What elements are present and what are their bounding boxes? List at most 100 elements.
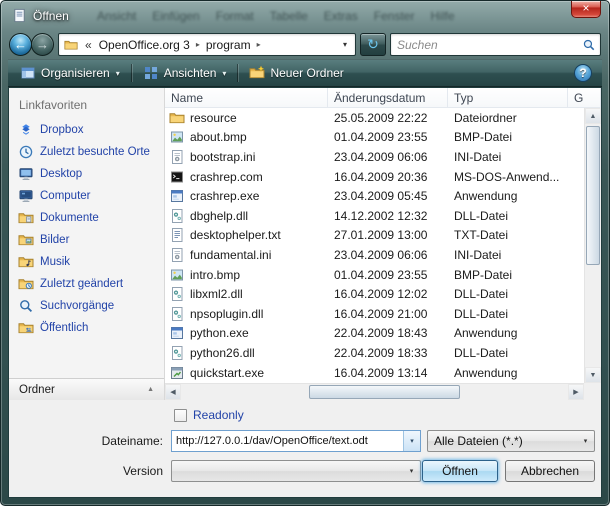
sidebar-item-computer[interactable]: Computer — [9, 185, 164, 207]
column-header-size[interactable]: G — [568, 88, 601, 107]
scroll-down-button[interactable]: ▼ — [585, 367, 601, 383]
breadcrumb-dropdown-button[interactable]: ▾ — [337, 40, 353, 49]
chevron-right-icon[interactable]: ▸ — [194, 40, 202, 49]
file-type: DLL-Datei — [448, 346, 568, 360]
file-row[interactable]: npsoplugin.dll 16.04.2009 21:00 DLL-Date… — [165, 304, 601, 324]
folders-expander[interactable]: Ordner ▲ — [9, 378, 164, 400]
window-title: Öffnen — [33, 9, 69, 23]
new-folder-button[interactable]: Neuer Ordner — [241, 62, 351, 84]
sidebar-item-public[interactable]: Öffentlich — [9, 317, 164, 339]
scroll-left-button[interactable]: ◀ — [165, 384, 181, 400]
column-header-date[interactable]: Änderungsdatum — [328, 88, 448, 107]
horizontal-scroll-track[interactable] — [181, 384, 568, 400]
filename-input[interactable] — [172, 431, 403, 451]
file-date: 01.04.2009 23:55 — [328, 130, 448, 144]
file-row[interactable]: python26.dll 22.04.2009 18:33 DLL-Datei — [165, 343, 601, 363]
breadcrumb-collapse-button[interactable]: « — [81, 38, 95, 52]
scroll-right-button[interactable]: ▶ — [568, 384, 584, 400]
file-type: BMP-Datei — [448, 268, 568, 282]
chevron-right-icon[interactable]: ▸ — [255, 40, 263, 49]
filetype-combobox[interactable]: Alle Dateien (*.*) ▾ — [427, 430, 595, 452]
sidebar-item-music[interactable]: Musik — [9, 251, 164, 273]
sidebar-item-label: Zuletzt besuchte Orte — [40, 146, 150, 158]
file-row[interactable]: python.exe 22.04.2009 18:43 Anwendung — [165, 324, 601, 344]
sidebar-item-dropbox[interactable]: Dropbox — [9, 119, 164, 141]
file-date: 16.04.2009 21:00 — [328, 307, 448, 321]
command-toolbar: Organisieren ▾ Ansichten ▾ Neuer Ordner … — [8, 59, 602, 87]
sidebar-item-pictures[interactable]: Bilder — [9, 229, 164, 251]
ghost-menu-item: Fenster — [374, 9, 415, 23]
vertical-scroll-track[interactable] — [585, 124, 601, 367]
file-date: 16.04.2009 12:02 — [328, 287, 448, 301]
search-box[interactable] — [390, 33, 601, 56]
file-row[interactable]: resource 25.05.2009 22:22 Dateiordner — [165, 108, 601, 128]
sidebar-item-documents[interactable]: Dokumente — [9, 207, 164, 229]
close-icon: × — [582, 1, 589, 15]
file-row[interactable]: desktophelper.txt 27.01.2009 13:00 TXT-D… — [165, 226, 601, 246]
file-date: 25.05.2009 22:22 — [328, 111, 448, 125]
column-header-type[interactable]: Typ — [448, 88, 568, 107]
forward-button[interactable]: → — [31, 33, 54, 56]
horizontal-scrollbar[interactable]: ◀ ▶ — [165, 383, 584, 400]
views-icon — [143, 65, 159, 81]
dos-application-icon — [169, 169, 185, 185]
readonly-checkbox[interactable] — [174, 409, 187, 422]
close-button[interactable]: × — [571, 1, 601, 18]
refresh-button[interactable]: ↻ — [360, 33, 386, 56]
help-button[interactable]: ? — [574, 64, 592, 82]
ghost-menu-item: Format — [216, 9, 254, 23]
file-date: 14.12.2002 12:32 — [328, 209, 448, 223]
documents-folder-icon — [18, 210, 34, 226]
file-date: 23.04.2009 06:06 — [328, 150, 448, 164]
file-row[interactable]: bootstrap.ini 23.04.2009 06:06 INI-Datei — [165, 147, 601, 167]
application-icon — [169, 365, 185, 381]
cancel-button[interactable]: Abbrechen — [505, 460, 595, 482]
file-row[interactable]: crashrep.com 16.04.2009 20:36 MS-DOS-Anw… — [165, 167, 601, 187]
file-row[interactable]: quickstart.exe 16.04.2009 13:14 Anwendun… — [165, 363, 601, 383]
sidebar-item-label: Öffentlich — [40, 322, 88, 334]
titlebar[interactable]: Öffnen Ansicht Einfügen Format Tabelle E… — [1, 1, 609, 30]
file-name-cell: libxml2.dll — [165, 286, 328, 302]
open-dialog-window: Öffnen Ansicht Einfügen Format Tabelle E… — [0, 0, 610, 506]
image-file-icon — [169, 267, 185, 283]
file-row[interactable]: libxml2.dll 16.04.2009 12:02 DLL-Datei — [165, 284, 601, 304]
sidebar-item-desktop[interactable]: Desktop — [9, 163, 164, 185]
breadcrumb-item[interactable]: program — [202, 38, 255, 52]
breadcrumb-item[interactable]: OpenOffice.org 3 — [95, 38, 194, 52]
back-button[interactable]: ← — [9, 33, 32, 56]
version-dropdown-button[interactable]: ▾ — [403, 467, 420, 475]
filename-dropdown-button[interactable]: ▾ — [403, 431, 420, 451]
file-row[interactable]: about.bmp 01.04.2009 23:55 BMP-Datei — [165, 128, 601, 148]
search-input[interactable] — [391, 38, 582, 52]
vertical-scroll-thumb[interactable] — [586, 126, 600, 265]
desktop-icon — [18, 166, 34, 182]
open-button[interactable]: Öffnen — [422, 460, 498, 482]
file-name-cell: crashrep.com — [165, 169, 328, 185]
sidebar-item-label: Musik — [40, 256, 70, 268]
views-button[interactable]: Ansichten ▾ — [135, 62, 235, 84]
horizontal-scroll-thumb[interactable] — [309, 385, 460, 399]
ghost-menu-item: Ansicht — [97, 9, 136, 23]
ini-file-icon — [169, 149, 185, 165]
file-name: libxml2.dll — [190, 287, 243, 301]
filetype-dropdown-button[interactable]: ▾ — [577, 437, 594, 445]
file-row[interactable]: fundamental.ini 23.04.2009 06:06 INI-Dat… — [165, 245, 601, 265]
folders-label: Ordner — [19, 384, 55, 396]
filename-combobox[interactable]: ▾ — [171, 430, 421, 452]
breadcrumb[interactable]: « OpenOffice.org 3 ▸ program ▸ ▾ — [58, 33, 356, 56]
organize-button[interactable]: Organisieren ▾ — [12, 62, 128, 84]
column-header-name[interactable]: Name — [165, 88, 328, 107]
file-row[interactable]: dbghelp.dll 14.12.2002 12:32 DLL-Datei — [165, 206, 601, 226]
vertical-scrollbar[interactable]: ▲ ▼ — [584, 108, 601, 383]
sidebar-item-searches[interactable]: Suchvorgänge — [9, 295, 164, 317]
readonly-label[interactable]: Readonly — [193, 408, 244, 422]
file-row[interactable]: crashrep.exe 23.04.2009 05:45 Anwendung — [165, 186, 601, 206]
sidebar-item-recently-changed[interactable]: Zuletzt geändert — [9, 273, 164, 295]
scroll-up-button[interactable]: ▲ — [585, 108, 601, 124]
forward-icon: → — [36, 37, 49, 52]
file-row[interactable]: intro.bmp 01.04.2009 23:55 BMP-Datei — [165, 265, 601, 285]
sidebar-item-recent-places[interactable]: Zuletzt besuchte Orte — [9, 141, 164, 163]
ini-file-icon — [169, 247, 185, 263]
version-combobox[interactable]: ▾ — [171, 460, 421, 482]
file-name-cell: about.bmp — [165, 129, 328, 145]
